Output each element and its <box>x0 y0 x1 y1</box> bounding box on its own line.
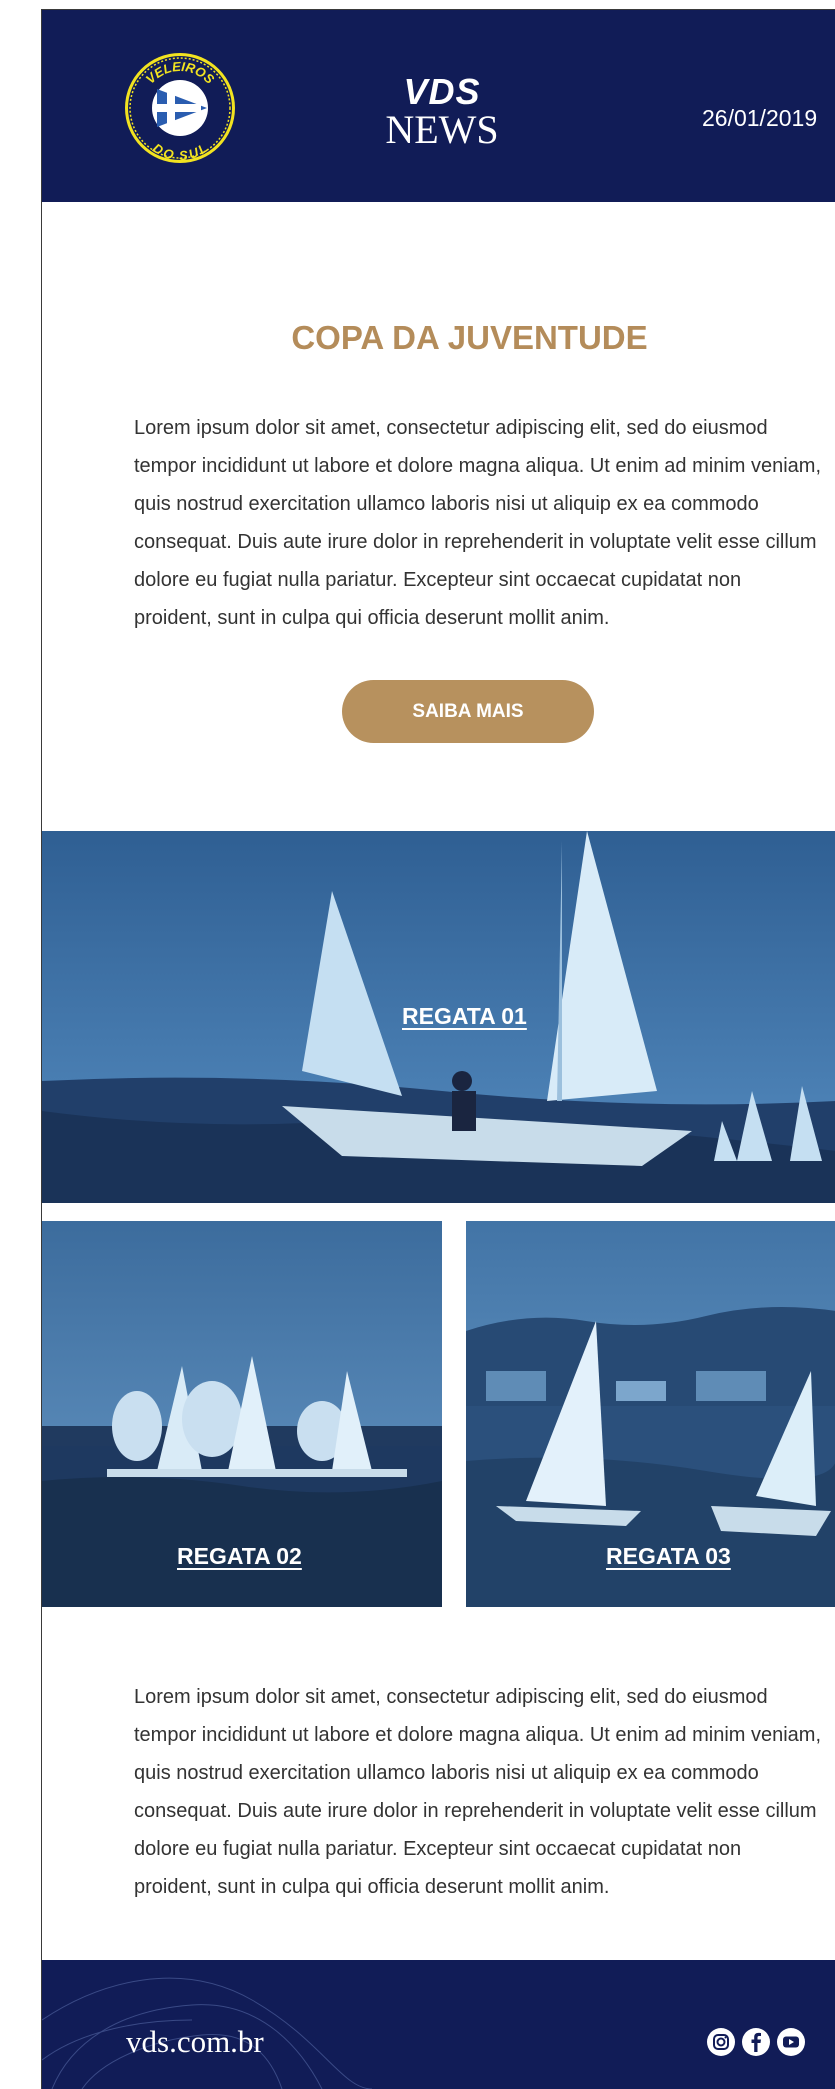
regata-01-photo[interactable]: REGATA 01 <box>42 831 835 1203</box>
regata-01-link[interactable]: REGATA 01 <box>402 1003 527 1030</box>
facebook-icon[interactable] <box>741 2027 771 2057</box>
instagram-icon[interactable] <box>706 2027 736 2057</box>
regata-03-photo[interactable]: REGATA 03 <box>466 1221 835 1607</box>
youtube-icon[interactable] <box>776 2027 806 2057</box>
brand-news: NEWS <box>385 107 499 152</box>
article-title: COPA DA JUVENTUDE <box>291 319 648 356</box>
regata-02-link[interactable]: REGATA 02 <box>177 1543 302 1570</box>
header: VELEIROS DO SUL VDS NEWS 26/01/2019 <box>42 10 835 202</box>
footer: vds.com.br <box>42 1960 835 2089</box>
regata-02-photo[interactable]: REGATA 02 <box>42 1221 442 1607</box>
newsletter-frame: VELEIROS DO SUL VDS NEWS 26/01/2019 COPA… <box>41 9 835 2089</box>
regata-03-link[interactable]: REGATA 03 <box>606 1543 731 1570</box>
brand-vds: VDS <box>403 71 481 112</box>
article-paragraph: Lorem ipsum dolor sit amet, consectetur … <box>134 417 822 629</box>
saiba-mais-button[interactable]: SAIBA MAIS <box>342 680 594 743</box>
issue-date: 26/01/2019 <box>702 105 818 131</box>
site-url[interactable]: vds.com.br <box>126 2024 264 2060</box>
veleiros-do-sul-logo[interactable]: VELEIROS DO SUL <box>123 51 237 165</box>
brand-title: VDS NEWS <box>362 74 522 150</box>
second-paragraph: Lorem ipsum dolor sit amet, consectetur … <box>134 1686 822 1898</box>
